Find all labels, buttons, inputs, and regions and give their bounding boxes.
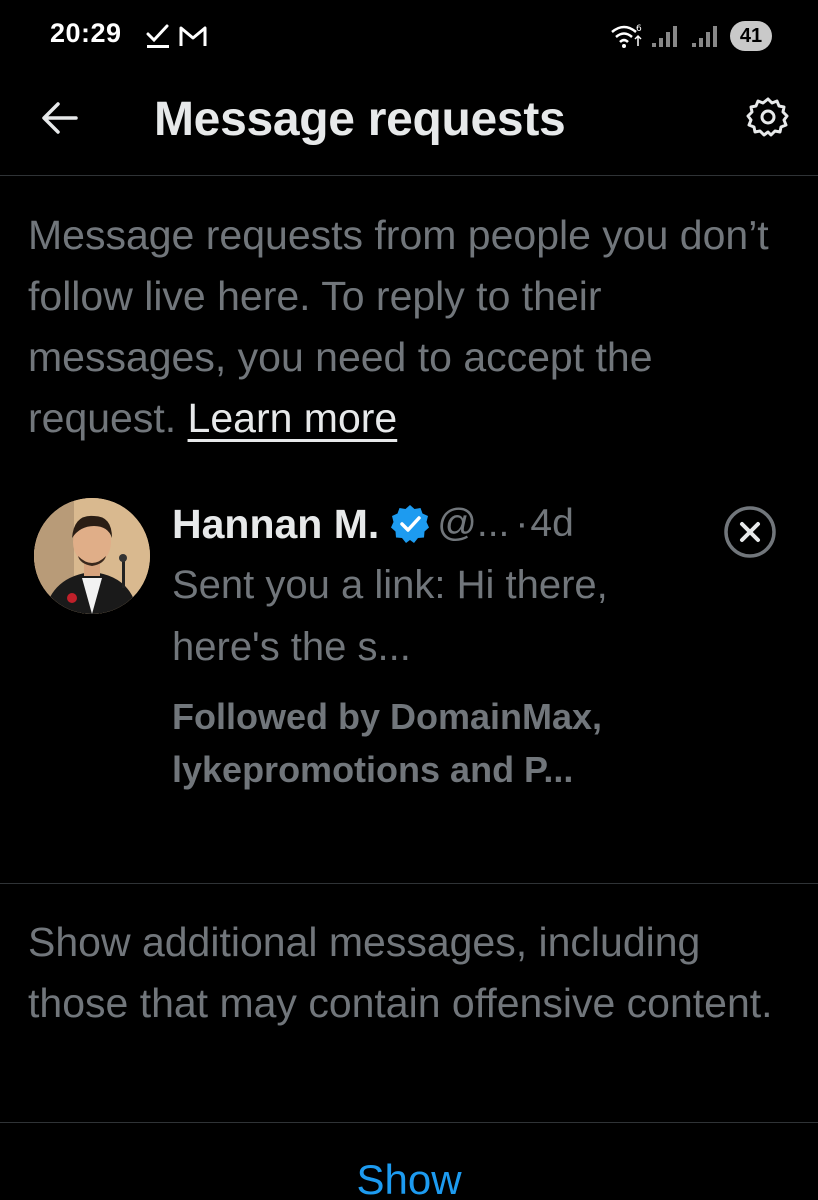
separator-dot: ·	[515, 502, 529, 545]
request-time: 4d	[530, 502, 574, 545]
followed-by-text: Followed by DomainMax, lykepromotions an…	[172, 696, 603, 790]
verified-badge-icon	[391, 505, 430, 543]
status-indicators: 6 41	[610, 20, 772, 52]
header: Message requests	[0, 72, 818, 176]
sender-handle: @...	[437, 502, 510, 545]
dismiss-button[interactable]	[722, 504, 778, 560]
sender-name: Hannan M.	[172, 500, 380, 547]
signal-icon	[652, 26, 677, 47]
svg-text:6: 6	[636, 24, 642, 34]
request-content: Hannan M. @... · 4d Sent you a link: Hi …	[172, 496, 732, 796]
learn-more-link[interactable]: Learn more	[188, 395, 398, 441]
status-time: 20:29	[50, 18, 122, 48]
status-bar: 20:29 6 41	[0, 0, 818, 72]
signal-icon	[692, 26, 717, 47]
wifi-icon: 6	[611, 24, 642, 48]
avatar[interactable]	[34, 498, 150, 614]
arrow-left-icon	[42, 102, 78, 134]
battery-level: 41	[730, 21, 772, 51]
check-icon	[146, 24, 169, 48]
gmail-icon	[179, 26, 207, 46]
message-preview: Sent you a link: Hi there, here's the s.…	[172, 563, 608, 669]
additional-messages-text: Show additional messages, including thos…	[28, 919, 773, 1026]
settings-button[interactable]	[746, 96, 790, 140]
message-request-item[interactable]: Hannan M. @... · 4d Sent you a link: Hi …	[0, 486, 818, 884]
info-text: Message requests from people you don’t f…	[28, 205, 798, 449]
divider	[0, 1122, 818, 1123]
back-button[interactable]	[38, 96, 82, 140]
info-description: Message requests from people you don’t f…	[28, 212, 769, 441]
gear-icon	[746, 97, 789, 137]
close-circle-icon	[724, 506, 776, 558]
page-title: Message requests	[154, 93, 566, 146]
request-header: Hannan M. @... · 4d	[172, 496, 732, 552]
show-button[interactable]: Show	[0, 1150, 818, 1200]
